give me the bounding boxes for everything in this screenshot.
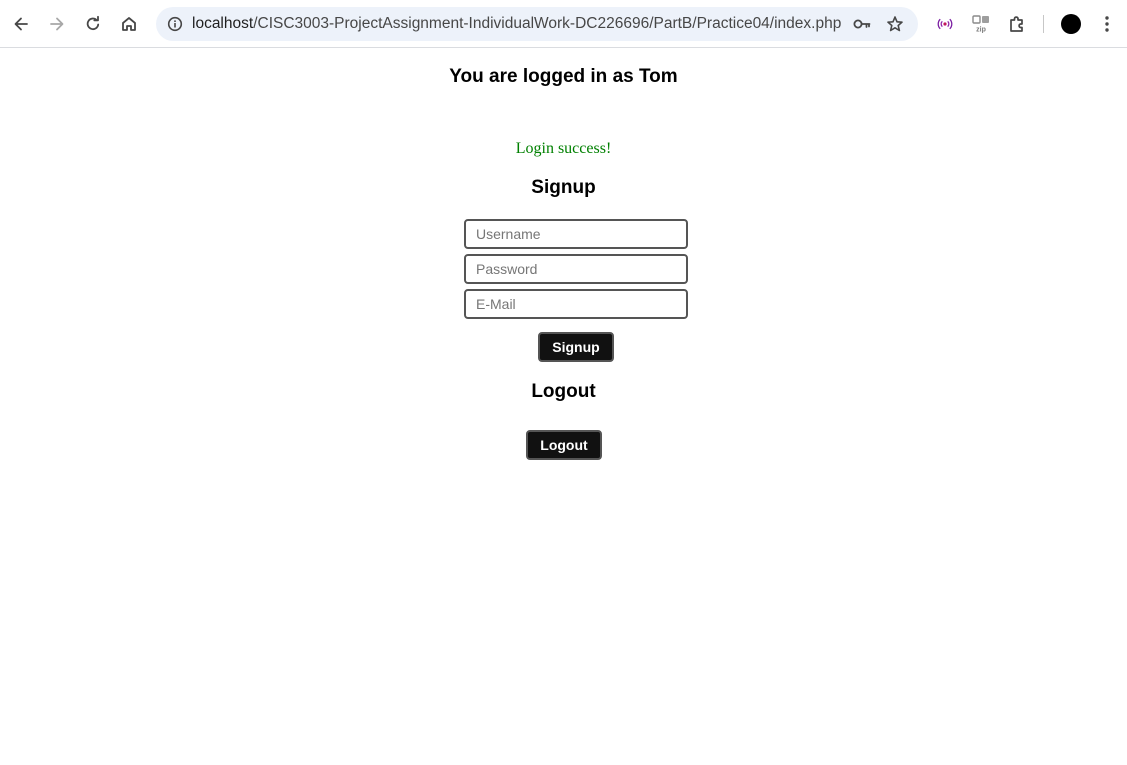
reload-button[interactable]	[77, 8, 109, 40]
star-icon	[887, 16, 903, 32]
cast-extension-button[interactable]	[929, 8, 961, 40]
zip-extension-icon: zip	[972, 15, 989, 34]
home-icon	[122, 17, 136, 31]
logged-in-heading: You are logged in as Tom	[449, 66, 678, 87]
back-button[interactable]	[5, 8, 37, 40]
signup-button[interactable]: Signup	[538, 332, 614, 362]
password-manager-button[interactable]	[849, 11, 875, 37]
puzzle-icon	[1010, 16, 1023, 32]
password-input[interactable]	[464, 254, 688, 284]
extensions-button[interactable]	[1001, 8, 1033, 40]
bookmark-button[interactable]	[882, 11, 908, 37]
page-content: You are logged in as Tom Login success! …	[0, 48, 1127, 765]
logout-heading: Logout	[531, 381, 596, 402]
address-bar[interactable]: localhost/CISC3003-ProjectAssignment-Ind…	[156, 7, 918, 41]
kebab-menu-icon	[1105, 16, 1109, 32]
email-input[interactable]	[464, 289, 688, 319]
reload-icon	[86, 15, 100, 31]
username-input[interactable]	[464, 219, 688, 249]
zip-extension-button[interactable]: zip	[965, 8, 997, 40]
site-info-button[interactable]	[162, 11, 188, 37]
broadcast-icon	[937, 18, 953, 30]
arrow-right-icon	[50, 17, 64, 31]
status-message: Login success!	[515, 140, 612, 157]
info-icon	[167, 16, 183, 32]
forward-button[interactable]	[41, 8, 73, 40]
url-text[interactable]: localhost/CISC3003-ProjectAssignment-Ind…	[192, 14, 842, 34]
url-path: /CISC3003-ProjectAssignment-IndividualWo…	[253, 15, 842, 32]
avatar[interactable]	[1061, 14, 1081, 34]
browser-toolbar: localhost/CISC3003-ProjectAssignment-Ind…	[0, 0, 1127, 48]
toolbar-divider	[1043, 15, 1044, 33]
url-host: localhost	[192, 15, 254, 32]
logout-button[interactable]: Logout	[526, 430, 602, 460]
home-button[interactable]	[113, 8, 145, 40]
arrow-left-icon	[14, 17, 28, 31]
browser-menu-button[interactable]	[1091, 8, 1123, 40]
signup-heading: Signup	[531, 177, 596, 198]
svg-text:zip: zip	[976, 27, 986, 34]
key-icon	[853, 19, 871, 29]
